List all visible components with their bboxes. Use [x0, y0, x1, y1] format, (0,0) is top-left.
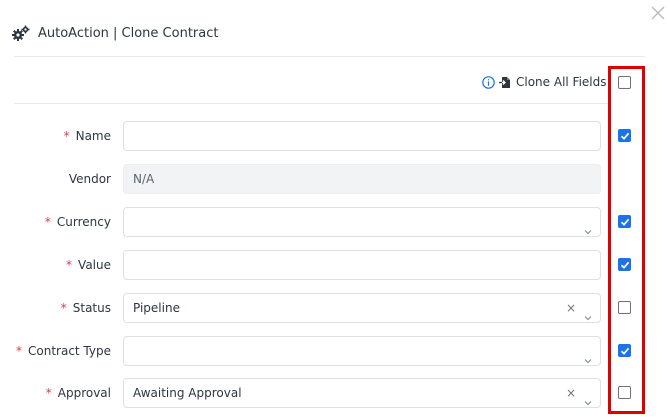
- contract-type-select[interactable]: [123, 336, 601, 366]
- required-marker: *: [60, 301, 67, 315]
- dialog-title: AutoAction | Clone Contract: [38, 25, 219, 41]
- clone-all-label: Clone All Fields: [516, 75, 607, 89]
- clone-checkbox-name[interactable]: [618, 129, 631, 142]
- field-label-vendor: Vendor: [69, 164, 111, 194]
- field-label-text: Currency: [56, 215, 111, 229]
- clone-checkbox-currency[interactable]: [618, 215, 631, 228]
- clone-checkbox-approval[interactable]: [618, 386, 631, 399]
- field-row-name: * Name: [0, 121, 670, 151]
- approval-value: Awaiting Approval: [133, 386, 242, 400]
- vendor-value: N/A: [133, 172, 155, 186]
- chevron-down-icon[interactable]: [584, 347, 592, 364]
- field-row-contract-type: * Contract Type: [0, 336, 670, 366]
- info-icon[interactable]: [482, 75, 495, 89]
- field-label-currency: * Currency: [45, 207, 111, 237]
- field-label-contract-type: * Contract Type: [16, 336, 111, 366]
- field-row-currency: * Currency: [0, 207, 670, 237]
- clone-all-fields-control: Clone All Fields: [482, 73, 607, 91]
- clone-checkbox-status[interactable]: [618, 301, 631, 314]
- field-label-text: Status: [72, 301, 111, 315]
- field-label-text: Contract Type: [28, 344, 111, 358]
- field-row-status: * Status Pipeline ×: [0, 293, 670, 323]
- value-input[interactable]: [123, 250, 601, 280]
- clone-checkbox-contract-type[interactable]: [618, 344, 631, 357]
- gears-icon: [12, 25, 30, 41]
- clone-icon: [499, 76, 510, 88]
- required-marker: *: [66, 258, 73, 272]
- required-marker: *: [16, 344, 22, 358]
- field-label-approval: * Approval: [46, 378, 111, 408]
- required-marker: *: [44, 215, 51, 229]
- required-marker: *: [45, 386, 52, 400]
- field-label-text: Name: [75, 129, 111, 143]
- clone-checkbox-value[interactable]: [618, 258, 631, 271]
- currency-select[interactable]: [123, 207, 601, 237]
- field-label-text: Value: [78, 258, 111, 272]
- required-marker: *: [63, 129, 70, 143]
- field-row-approval: * Approval Awaiting Approval ×: [0, 378, 670, 408]
- header-divider: [14, 56, 645, 57]
- vendor-input: N/A: [123, 164, 601, 194]
- clear-icon[interactable]: ×: [566, 294, 576, 322]
- name-input[interactable]: [123, 121, 601, 151]
- status-value: Pipeline: [133, 301, 180, 315]
- close-icon[interactable]: [649, 6, 667, 24]
- field-label-value: * Value: [66, 250, 111, 280]
- field-row-vendor: Vendor N/A: [0, 164, 670, 194]
- chevron-down-icon[interactable]: [584, 389, 592, 406]
- approval-select[interactable]: Awaiting Approval ×: [123, 378, 601, 408]
- chevron-down-icon[interactable]: [584, 304, 592, 321]
- chevron-down-icon[interactable]: [584, 218, 592, 235]
- field-label-text: Approval: [57, 386, 111, 400]
- field-row-value: * Value: [0, 250, 670, 280]
- field-label-status: * Status: [61, 293, 111, 323]
- field-label-text: Vendor: [68, 172, 111, 186]
- section-divider: [14, 103, 608, 104]
- clear-icon[interactable]: ×: [566, 379, 576, 407]
- status-select[interactable]: Pipeline ×: [123, 293, 601, 323]
- dialog-header: AutoAction | Clone Contract: [12, 22, 218, 44]
- clone-all-checkbox[interactable]: [618, 76, 631, 89]
- field-label-name: * Name: [64, 121, 111, 151]
